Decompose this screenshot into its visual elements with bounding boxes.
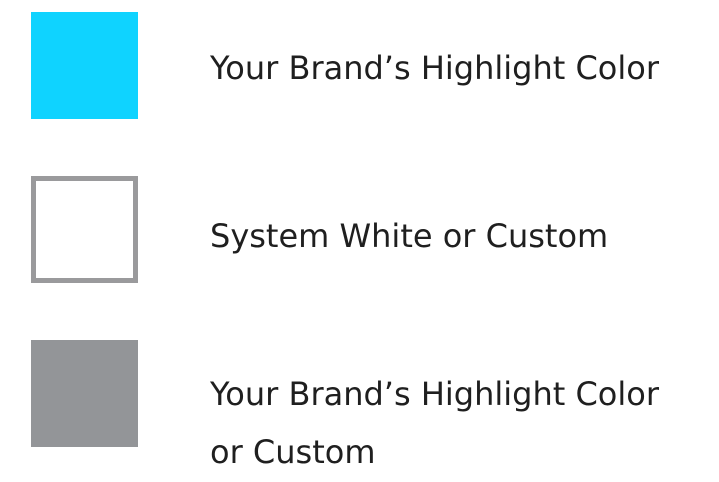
legend-label-gray-line-1: Your Brand’s Highlight Color: [210, 375, 659, 413]
legend-label-gray-line-2: or Custom: [210, 433, 376, 471]
legend-label-white: System White or Custom: [210, 217, 609, 255]
color-swatch-white: [31, 176, 138, 283]
legend-label-highlight: Your Brand’s Highlight Color: [210, 49, 659, 87]
color-swatch-gray: [31, 340, 138, 447]
color-swatch-highlight: [31, 12, 138, 119]
